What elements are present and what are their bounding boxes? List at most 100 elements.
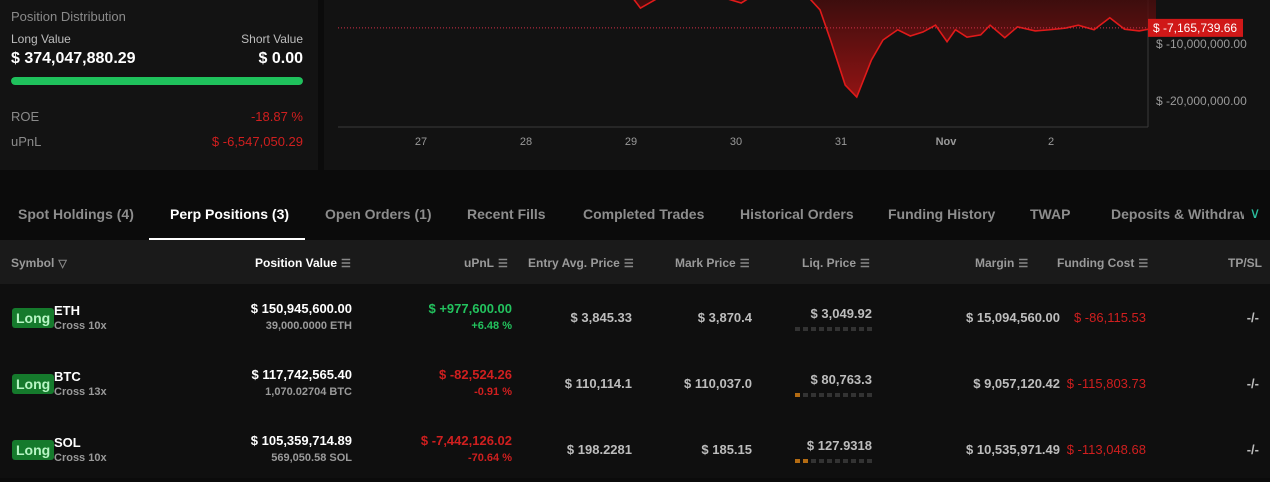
col-mark-price[interactable]: Mark Price ☰ [675, 256, 750, 270]
roe-label: ROE [11, 109, 40, 124]
side-badge: Long [12, 308, 55, 328]
margin-mode: Cross 13x [54, 386, 107, 398]
tab-recent-fills[interactable]: Recent Fills [467, 206, 546, 222]
funding-cost: $ -86,115.53 [1073, 310, 1146, 325]
upnl-value: $ -82,524.26 [438, 367, 512, 382]
risk-dot [811, 393, 816, 397]
tpsl[interactable]: -/- [1247, 442, 1259, 457]
table-row[interactable]: Long ETH Cross 10x $ 150,945,600.00 39,0… [0, 284, 1270, 350]
risk-dot [827, 393, 832, 397]
sort-icon[interactable]: ☰ [624, 257, 634, 270]
col-liq-price[interactable]: Liq. Price ☰ [802, 256, 870, 270]
liq-price-value: $ 3,049.92 [810, 306, 872, 321]
tab-perp-positions[interactable]: Perp Positions (3) [170, 206, 289, 222]
risk-dot [819, 393, 824, 397]
funding-cost: $ -113,048.68 [1066, 442, 1146, 457]
margin: $ 10,535,971.49 [966, 442, 1060, 457]
x-tick-label: 27 [415, 136, 427, 148]
tpsl[interactable]: -/- [1247, 376, 1259, 391]
liq-risk-indicator [795, 327, 872, 331]
sort-icon[interactable]: ☰ [860, 257, 870, 270]
tab-historical-orders[interactable]: Historical Orders [740, 206, 854, 222]
risk-dot [827, 459, 832, 463]
col-upnl[interactable]: uPnL ☰ [464, 256, 508, 270]
sort-icon[interactable]: ☰ [1138, 257, 1148, 270]
col-label: Mark Price [675, 256, 736, 270]
risk-dot [819, 459, 824, 463]
col-symbol-label: Symbol [11, 256, 55, 270]
risk-dot [835, 393, 840, 397]
risk-dot [803, 393, 808, 397]
chevron-down-icon[interactable]: ∨ [1244, 204, 1266, 222]
table-row[interactable]: Long SOL Cross 10x $ 105,359,714.89 569,… [0, 416, 1270, 482]
col-entry-price[interactable]: Entry Avg. Price ☰ [528, 256, 634, 270]
col-position-value[interactable]: Position Value ☰ [255, 256, 351, 270]
long-short-bar [11, 77, 303, 85]
long-value: $ 374,047,880.29 [11, 50, 136, 67]
tab-deposits-withdrawals[interactable]: Deposits & Withdraw [1111, 206, 1251, 222]
long-value-label: Long Value [11, 32, 71, 46]
funding-cost: $ -115,803.73 [1066, 376, 1146, 391]
tab-completed-trades[interactable]: Completed Trades [583, 206, 704, 222]
col-margin[interactable]: Margin ☰ [975, 256, 1028, 270]
tpsl[interactable]: -/- [1247, 310, 1259, 325]
risk-dot [803, 459, 808, 463]
tab-funding-history[interactable]: Funding History [888, 206, 995, 222]
pnl-chart-svg: $ -7,165,739.66 $ -10,000,000.00 $ -20,000… [338, 0, 1247, 148]
sort-icon[interactable]: ☰ [498, 257, 508, 270]
liq-price-value: $ 127.9318 [806, 438, 872, 453]
col-label: Position Value [255, 256, 338, 270]
sort-icon[interactable]: ☰ [341, 257, 351, 270]
short-value: $ 0.00 [258, 50, 303, 67]
upnl-value: $ -6,547,050.29 [211, 134, 303, 149]
y-tick-label: $ -20,000,000.00 [1156, 94, 1247, 108]
risk-dot [843, 327, 848, 331]
sort-icon[interactable]: ☰ [740, 257, 750, 270]
upnl-label: uPnL [11, 134, 42, 149]
risk-dot [803, 327, 808, 331]
positions-table: Long ETH Cross 10x $ 150,945,600.00 39,0… [0, 284, 1270, 478]
risk-dot [795, 393, 800, 397]
col-label: Funding Cost [1057, 256, 1135, 270]
risk-dot [843, 393, 848, 397]
x-tick-label: 31 [835, 136, 847, 148]
x-tick-label: 29 [625, 136, 637, 148]
risk-dot [851, 459, 856, 463]
col-label: Liq. Price [802, 256, 857, 270]
long-bar-fill [11, 77, 303, 85]
position-value: $ 117,742,565.40 [251, 367, 353, 382]
table-header: Symbol ▽ Position Value ☰ uPnL ☰ Entry Avg.… [0, 240, 1270, 284]
position-size: 39,000.0000 ETH [265, 320, 352, 332]
x-tick-label: 2 [1048, 136, 1054, 148]
margin: $ 9,057,120.42 [973, 376, 1060, 391]
position-value: $ 150,945,600.00 [250, 301, 352, 316]
liq-price: $ 3,049.92 [795, 306, 872, 331]
risk-dot [819, 327, 824, 331]
y-tick-label: $ -10,000,000.00 [1156, 37, 1247, 51]
symbol[interactable]: ETH [54, 303, 80, 318]
liq-risk-indicator [795, 393, 872, 397]
upnl-value: $ +977,600.00 [428, 301, 513, 316]
tab-bar: Spot Holdings (4) Perp Positions (3) Ope… [0, 192, 1270, 240]
filter-icon[interactable]: ▽ [58, 257, 66, 270]
sort-icon[interactable]: ☰ [1018, 257, 1028, 270]
symbol[interactable]: BTC [54, 369, 81, 384]
tab-spot-holdings[interactable]: Spot Holdings (4) [18, 206, 134, 222]
tab-open-orders[interactable]: Open Orders (1) [325, 206, 432, 222]
risk-dot [867, 327, 872, 331]
risk-dot [835, 459, 840, 463]
pnl-chart[interactable]: $ -7,165,739.66 $ -10,000,000.00 $ -20,000… [324, 0, 1270, 170]
col-funding-cost[interactable]: Funding Cost ☰ [1057, 256, 1148, 270]
margin: $ 15,094,560.00 [966, 310, 1060, 325]
risk-dot [851, 393, 856, 397]
table-row[interactable]: Long BTC Cross 13x $ 117,742,565.40 1,07… [0, 350, 1270, 416]
risk-dot [859, 393, 864, 397]
position-size: 1,070.02704 BTC [265, 386, 352, 398]
symbol[interactable]: SOL [54, 435, 81, 450]
panel-title: Position Distribution [11, 9, 126, 24]
risk-dot [867, 393, 872, 397]
col-symbol[interactable]: Symbol ▽ [11, 256, 67, 270]
tab-twap[interactable]: TWAP [1030, 206, 1070, 222]
liq-price-value: $ 80,763.3 [810, 372, 872, 387]
upnl-percent: -70.64 % [467, 452, 512, 464]
